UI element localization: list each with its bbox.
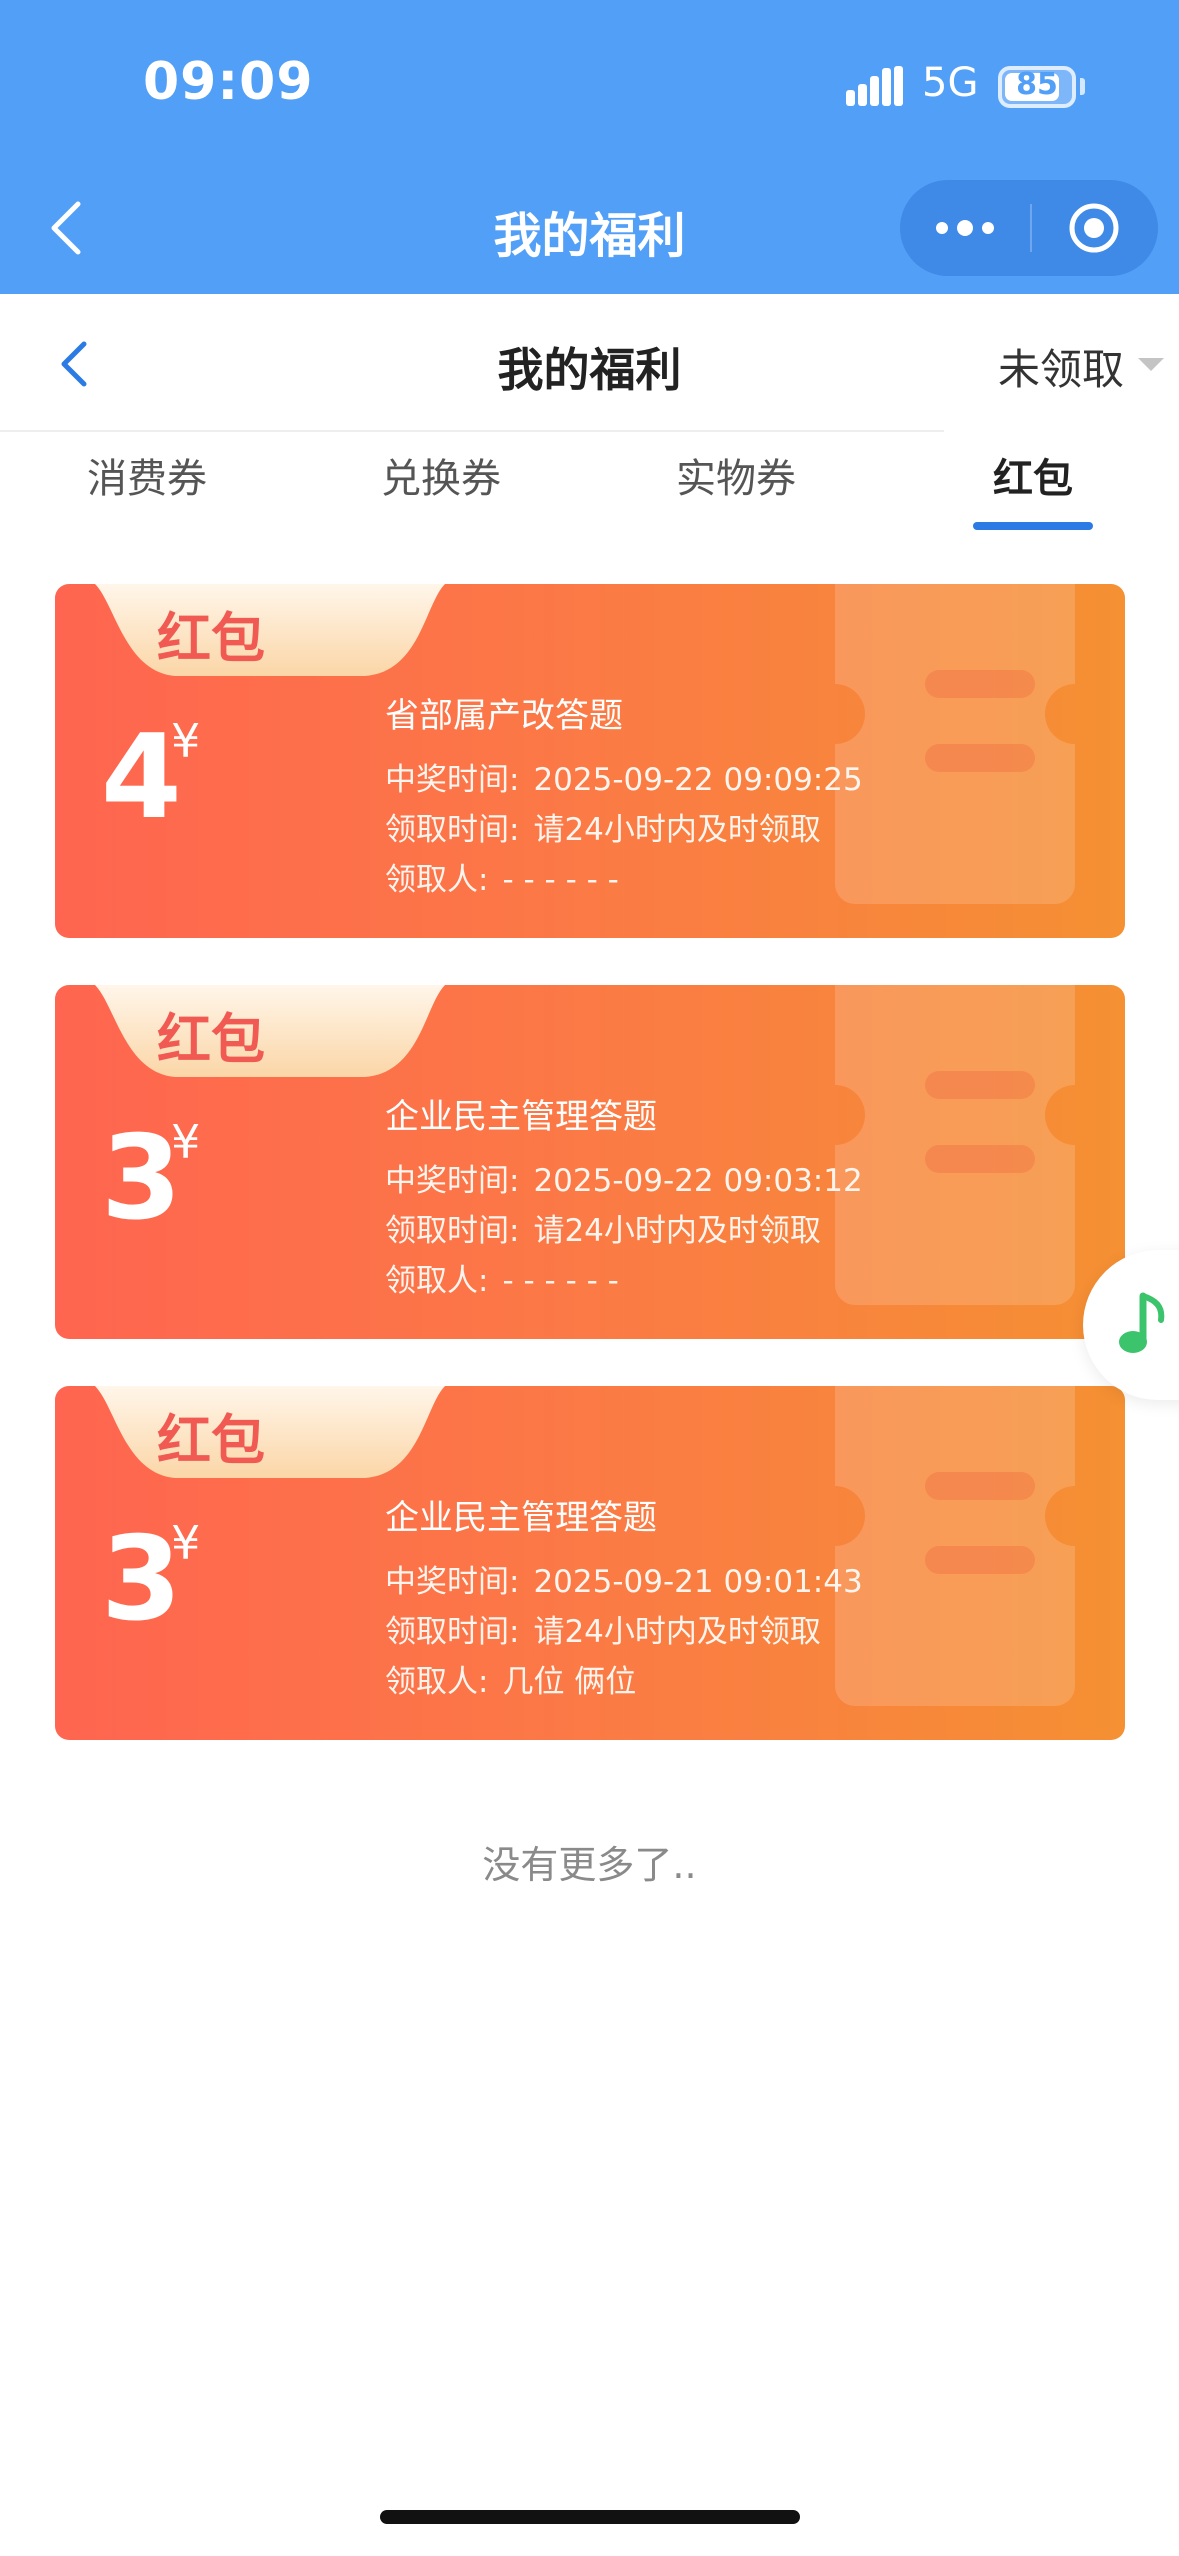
card-tag: 红包 [157,1409,265,1472]
more-dots-icon[interactable] [932,208,998,248]
tag-ribbon [95,1386,445,1478]
win-time-label: 中奖时间: [385,1564,520,1600]
win-time-value: 2025-09-22 09:03:12 [533,1163,863,1199]
tag-ribbon [95,584,445,676]
sub-header: 我的福利 未领取 [0,294,1179,432]
top-bar: 09:09 5G 85 我的福利 [0,0,1179,294]
signal-icon [846,66,903,106]
mini-program-capsule [900,180,1158,276]
claimer-value: - - - - - - [502,1263,619,1299]
claim-time-value: 请24小时内及时领取 [533,1213,821,1249]
currency-symbol: ¥ [171,714,201,768]
tab-red-packet[interactable]: 红包 [933,446,1133,504]
red-packet-card[interactable]: 红包 4 ¥ 省部属产改答题 中奖时间: 2025-09-22 09:09:25 … [55,584,1125,938]
red-packet-card[interactable]: 红包 3 ¥ 企业民主管理答题 中奖时间: 2025-09-22 09:03:12… [55,985,1125,1339]
claim-time-row: 领取时间: 请24小时内及时领取 [385,804,821,849]
capsule-divider [1030,204,1032,252]
active-tab-indicator [973,522,1093,530]
win-time-row: 中奖时间: 2025-09-21 09:01:43 [385,1556,863,1601]
win-time-value: 2025-09-22 09:09:25 [533,762,863,798]
category-tabs: 消费券 兑换券 实物券 红包 [0,432,1179,542]
claim-time-row: 领取时间: 请24小时内及时领取 [385,1205,821,1250]
tab-exchange-coupon[interactable]: 兑换券 [341,446,541,504]
card-title: 企业民主管理答题 [385,1097,657,1137]
win-time-row: 中奖时间: 2025-09-22 09:03:12 [385,1155,863,1200]
battery-icon: 85 [998,66,1076,108]
claim-time-value: 请24小时内及时领取 [533,812,821,848]
claimer-row: 领取人: - - - - - - [385,854,619,899]
claimer-row: 领取人: 几位 俩位 [385,1656,636,1701]
no-more-text: 没有更多了.. [482,1843,697,1887]
card-tag: 红包 [157,1008,265,1071]
win-time-label: 中奖时间: [385,762,520,798]
claimer-label: 领取人: [385,862,489,898]
red-packet-card[interactable]: 红包 3 ¥ 企业民主管理答题 中奖时间: 2025-09-21 09:01:43… [55,1386,1125,1740]
battery-level: 85 [1016,67,1058,102]
claimer-value: 几位 俩位 [502,1664,637,1700]
card-tag: 红包 [157,607,265,670]
card-title: 企业民主管理答题 [385,1498,657,1538]
tab-consumption-coupon[interactable]: 消费券 [47,446,247,504]
claim-time-label: 领取时间: [385,1614,520,1650]
claimer-row: 领取人: - - - - - - [385,1255,619,1300]
win-time-label: 中奖时间: [385,1163,520,1199]
claim-time-value: 请24小时内及时领取 [533,1614,821,1650]
card-amount: 4 [101,710,182,845]
music-note-icon [1119,1292,1165,1353]
claim-time-label: 领取时间: [385,812,520,848]
claim-time-label: 领取时间: [385,1213,520,1249]
tab-physical-coupon[interactable]: 实物券 [636,446,836,504]
target-close-icon[interactable] [1066,200,1122,256]
currency-symbol: ¥ [171,1516,201,1570]
claim-time-row: 领取时间: 请24小时内及时领取 [385,1606,821,1651]
claimer-value: - - - - - - [502,862,619,898]
card-title: 省部属产改答题 [385,696,623,736]
win-time-row: 中奖时间: 2025-09-22 09:09:25 [385,754,863,799]
currency-symbol: ¥ [171,1115,201,1169]
battery-tip [1080,78,1085,95]
card-amount: 3 [101,1111,182,1246]
tag-ribbon [95,985,445,1077]
status-time: 09:09 [143,52,314,112]
claimer-label: 领取人: [385,1263,489,1299]
network-type: 5G [922,60,979,106]
claimer-label: 领取人: [385,1664,489,1700]
home-indicator [380,2510,800,2524]
win-time-value: 2025-09-21 09:01:43 [533,1564,863,1600]
caret-down-icon[interactable] [1138,358,1164,371]
card-amount: 3 [101,1512,182,1647]
status-filter-dropdown[interactable]: 未领取 [998,336,1124,397]
